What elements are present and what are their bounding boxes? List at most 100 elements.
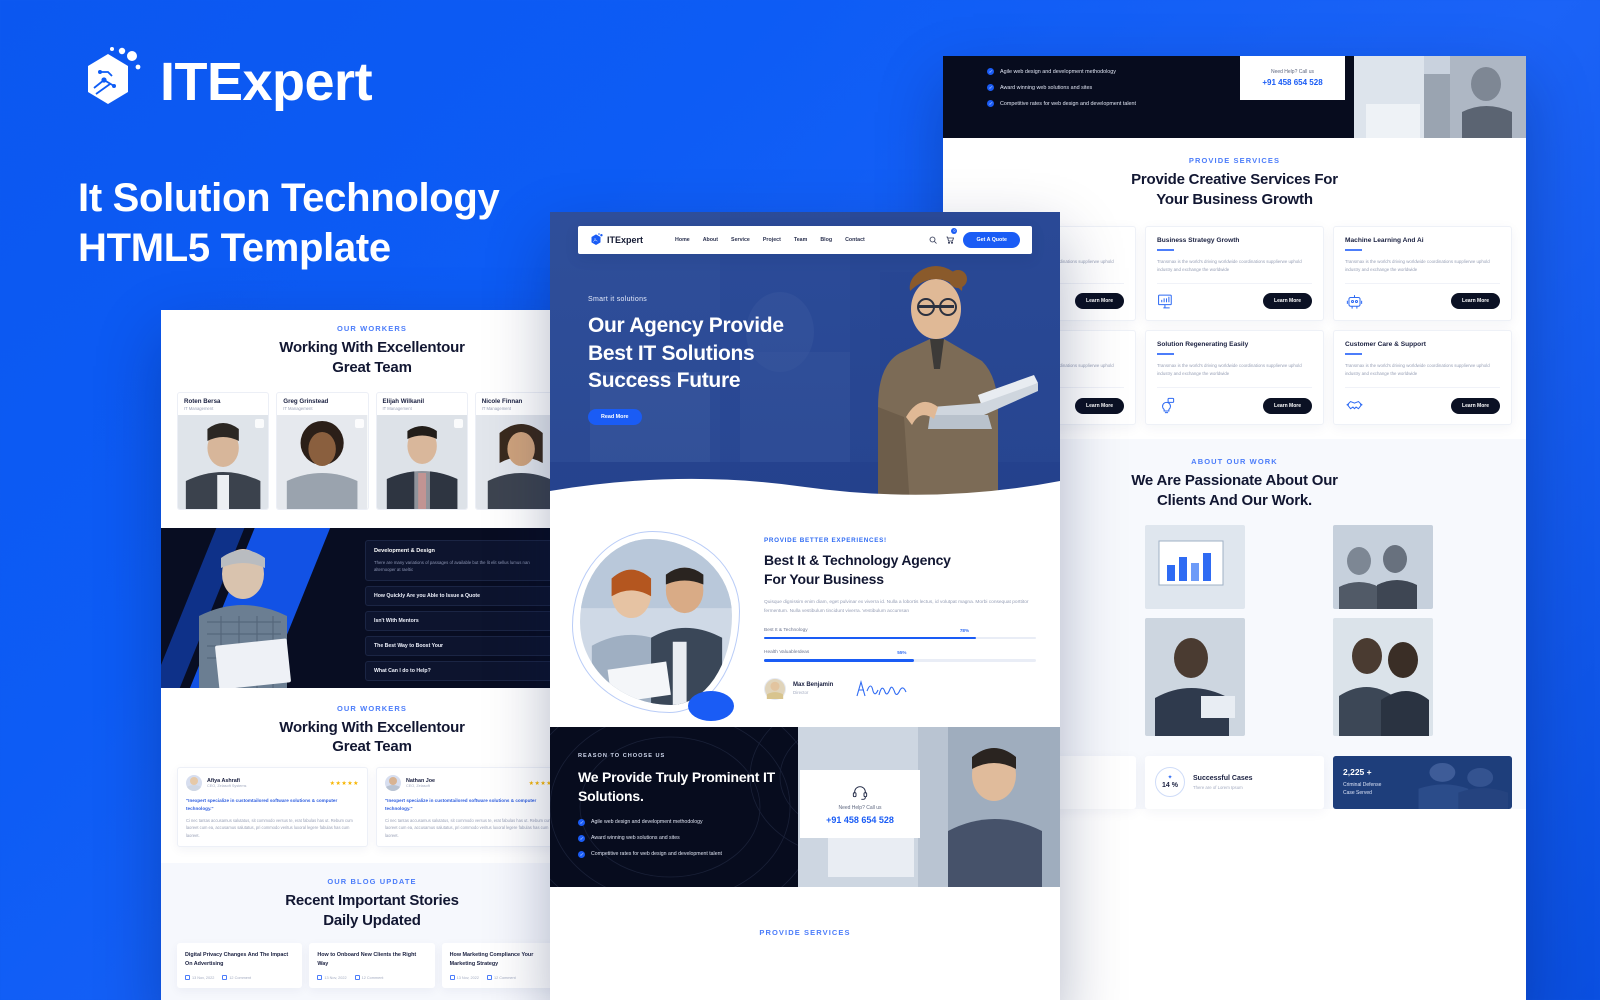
decorative-blue-blob — [688, 691, 734, 721]
nav-item-about[interactable]: About — [703, 237, 718, 243]
testimonial-role: CEO, Zelasoft Systems — [207, 784, 247, 789]
hero-eyebrow: Smart it solutions — [588, 296, 648, 303]
testimonial-body: Ci nec tantas accusamus salutatus, sit c… — [385, 817, 552, 838]
skill-label: Best It & Technology — [764, 627, 808, 633]
service-footer: Learn More — [1345, 387, 1500, 415]
nav-item-blog[interactable]: Blog — [820, 237, 832, 243]
robot-icon — [1346, 295, 1363, 309]
service-card[interactable]: Customer Care & Support Transmax is the … — [1333, 329, 1512, 426]
person-name: Max Benjamin — [793, 682, 834, 689]
call-label: Need Help? Call us — [838, 804, 882, 811]
stat-title: Successful Cases — [1193, 774, 1253, 782]
read-more-button[interactable]: Read More — [588, 409, 642, 426]
calendar-icon — [449, 975, 455, 981]
gallery-photo[interactable] — [1333, 617, 1433, 736]
learn-more-button[interactable]: Learn More — [1075, 397, 1124, 414]
reason-title-line2: Solutions. — [578, 787, 644, 804]
faq-item[interactable]: Isn't With Mentors› — [365, 611, 573, 632]
navbar-brand: ITExpert — [607, 235, 644, 245]
testimonials-section: OUR WORKERS Working With Excellentour Gr… — [161, 687, 583, 864]
member-photo — [376, 414, 467, 509]
about-paragraph: Quisque dignissim enim diam, eget pulvin… — [764, 599, 1029, 615]
post-comments: 12 Comment — [222, 975, 251, 981]
team-member-card[interactable]: Elijah Wilkanil IT Management — [375, 391, 468, 510]
navbar-menu: Home About Service Project Team Blog Con… — [675, 237, 865, 243]
nav-item-home[interactable]: Home — [675, 237, 690, 243]
service-card[interactable]: Solution Regenerating Easily Transmax is… — [1145, 329, 1324, 426]
learn-more-button[interactable]: Learn More — [1263, 293, 1312, 310]
member-role: IT Management — [382, 405, 412, 411]
member-photo — [178, 414, 269, 509]
list-item: Agile web design and development methodo… — [987, 68, 1136, 75]
about-title: Best It & Technology Agency For Your Bus… — [764, 551, 1036, 589]
gallery-photo[interactable] — [1333, 524, 1433, 609]
faq-item-open[interactable]: Development & Design There are many vari… — [365, 539, 573, 582]
post-comments: 12 Comment — [354, 975, 383, 981]
call-label: Need Help? Call us — [1270, 69, 1315, 75]
testimonial-card: Afiya Ashrafi CEO, Zelasoft Systems ★★★★… — [177, 767, 368, 848]
center-footer-section: PROVIDE SERVICES — [550, 887, 1060, 947]
blog-title-line2: Daily Updated — [323, 912, 421, 930]
faq-item[interactable]: What Can I do to Help?› — [365, 661, 573, 682]
call-number[interactable]: +91 458 654 528 — [1262, 78, 1322, 87]
person-role: Director — [793, 690, 809, 696]
gallery-photo[interactable] — [1145, 524, 1245, 609]
faq-question: How Quickly Are you Able to Issue a Quot… — [374, 593, 480, 600]
stat-caption-line1: Criminal Defense — [1343, 781, 1382, 788]
member-name: Roten Bersa — [184, 397, 221, 405]
call-number[interactable]: +91 458 654 528 — [826, 815, 894, 825]
hero-person-photo — [878, 266, 1038, 507]
hero-title-line1: Our Agency Provide — [588, 314, 784, 337]
learn-more-button[interactable]: Learn More — [1263, 397, 1312, 414]
office-photo — [1354, 56, 1526, 138]
blog-post-card[interactable]: How to Onboard New Clients the Right Way… — [309, 943, 435, 989]
check-icon — [987, 84, 994, 91]
skill-fill — [764, 659, 914, 662]
blog-title-line1: Recent Important Stories — [285, 892, 459, 910]
comment-icon — [222, 975, 228, 981]
call-help-card: Need Help? Call us +91 458 654 528 — [800, 770, 920, 838]
about-image-wrap — [572, 525, 750, 721]
post-date: 13 Nov, 2022 — [449, 975, 479, 981]
stat-big-number: 2,225 + — [1343, 766, 1372, 777]
share-icon[interactable] — [453, 418, 463, 428]
service-card[interactable]: Business Strategy Growth Transmax is the… — [1145, 225, 1324, 321]
nav-item-team[interactable]: Team — [794, 237, 807, 243]
get-quote-button[interactable]: Get A Quote — [963, 232, 1020, 248]
share-icon[interactable] — [354, 418, 364, 428]
learn-more-button[interactable]: Learn More — [1075, 293, 1124, 310]
nav-item-service[interactable]: Service — [731, 237, 750, 243]
team-member-card[interactable]: Roten Bersa IT Management — [177, 391, 270, 510]
testimonial-card: Nathan Joe CEO, Zelasoft ★★★★★ "Inexpert… — [376, 767, 567, 848]
services-eyebrow: PROVIDE SERVICES — [1188, 156, 1281, 165]
post-title: Digital Privacy Changes And The Impact O… — [185, 952, 289, 967]
service-footer: Learn More — [1345, 282, 1500, 311]
cart-wrapper[interactable]: 0 — [946, 228, 958, 249]
gallery-photo[interactable] — [1145, 617, 1245, 736]
brand-wordmark: ITExpert — [160, 52, 373, 112]
faq-item[interactable]: How Quickly Are you Able to Issue a Quot… — [365, 586, 573, 607]
share-icon[interactable] — [255, 418, 265, 428]
cart-icon[interactable] — [946, 236, 955, 244]
blog-grid: Digital Privacy Changes And The Impact O… — [161, 931, 583, 989]
hero-title-line2: Best IT Solutions — [588, 341, 755, 365]
about-image-frame — [572, 531, 740, 713]
list-item: Competitive rates for web design and dev… — [987, 100, 1136, 107]
nav-item-project[interactable]: Project — [763, 237, 781, 243]
calendar-icon — [317, 975, 323, 981]
team-title-line2: Great Team — [332, 358, 412, 376]
learn-more-button[interactable]: Learn More — [1451, 293, 1500, 310]
blog-post-card[interactable]: How Marketing Compliance Your Marketing … — [441, 943, 567, 989]
comment-icon — [354, 975, 360, 981]
learn-more-button[interactable]: Learn More — [1451, 397, 1500, 414]
search-icon[interactable] — [929, 236, 938, 244]
blog-post-card[interactable]: Digital Privacy Changes And The Impact O… — [177, 943, 303, 989]
service-footer: Learn More — [1157, 282, 1312, 311]
nav-item-contact[interactable]: Contact — [845, 237, 865, 243]
service-card[interactable]: Machine Learning And Ai Transmax is the … — [1333, 225, 1512, 321]
avatar — [186, 775, 202, 792]
navbar-logo[interactable]: ITExpert — [590, 233, 643, 247]
hero-wave-divider — [550, 478, 1060, 507]
team-member-card[interactable]: Greg Grinstead IT Management — [276, 391, 369, 510]
faq-item[interactable]: The Best Way to Boost Your› — [365, 636, 573, 657]
